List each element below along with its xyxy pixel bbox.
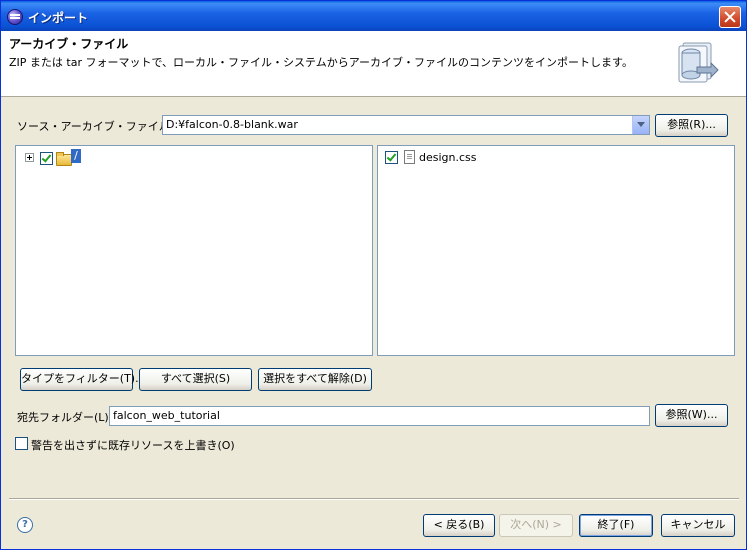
browse-destination-button[interactable]: 参照(W)... <box>655 404 728 427</box>
back-button[interactable]: < 戻る(B) <box>423 514 495 537</box>
import-archive-icon <box>678 42 719 83</box>
overwrite-label[interactable]: 警告を出さずに既存リソースを上書き(O) <box>31 437 235 453</box>
expand-icon[interactable] <box>25 153 34 162</box>
browse-source-button[interactable]: 参照(R)... <box>655 114 728 137</box>
file-list-pane[interactable] <box>377 145 735 356</box>
window-title: インポート <box>28 11 89 25</box>
cancel-button[interactable]: キャンセル <box>661 514 735 537</box>
root-folder-label[interactable]: / <box>71 149 81 163</box>
destination-folder-input[interactable]: falcon_web_tutorial <box>109 406 650 426</box>
wizard-header: アーカイブ・ファイル ZIP または tar フォーマットで、ローカル・ファイル… <box>1 31 746 97</box>
source-archive-value: D:¥falcon-0.8-blank.war <box>166 118 298 131</box>
eclipse-icon <box>7 9 23 25</box>
page-title: アーカイブ・ファイル <box>9 37 129 51</box>
folder-icon <box>56 152 72 166</box>
destination-folder-label: 宛先フォルダー(L): <box>17 411 113 424</box>
select-all-button[interactable]: すべて選択(S) <box>139 368 252 391</box>
finish-button[interactable]: 終了(F) <box>579 514 653 537</box>
chevron-down-icon[interactable] <box>632 116 649 134</box>
source-archive-combo[interactable]: D:¥falcon-0.8-blank.war <box>162 115 650 135</box>
page-description: ZIP または tar フォーマットで、ローカル・ファイル・システムからアーカイ… <box>9 56 633 69</box>
import-dialog: インポート アーカイブ・ファイル ZIP または tar フォーマットで、ローカ… <box>0 0 747 550</box>
deselect-all-button[interactable]: 選択をすべて解除(D) <box>258 368 372 391</box>
next-button[interactable]: 次へ(N) > <box>499 514 573 537</box>
root-checkbox[interactable] <box>40 152 53 165</box>
title-bar[interactable]: インポート <box>1 1 746 31</box>
filter-types-button[interactable]: タイプをフィルター(T)... <box>20 368 146 391</box>
destination-folder-value: falcon_web_tutorial <box>113 409 220 422</box>
file-name-design-css[interactable]: design.css <box>419 151 477 164</box>
help-icon[interactable]: ? <box>17 517 33 533</box>
file-icon <box>404 150 415 164</box>
footer-separator <box>9 498 739 500</box>
file-checkbox-design-css[interactable] <box>385 151 398 164</box>
folder-tree-pane[interactable] <box>15 145 373 356</box>
close-button[interactable] <box>719 6 741 28</box>
overwrite-checkbox[interactable] <box>15 437 28 450</box>
